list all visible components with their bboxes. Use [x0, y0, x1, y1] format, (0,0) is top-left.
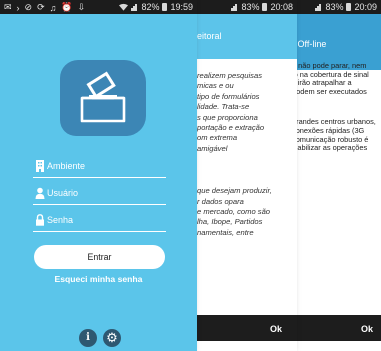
alarm-icon: ⏰ — [61, 2, 73, 12]
paragraph: que desejam produzir, r dados opara e me… — [197, 186, 272, 237]
page-title: leitoral — [197, 31, 222, 41]
paragraph: realizem pesquisas micas e ou tipo de fo… — [197, 71, 265, 153]
gear-icon: ⚙ — [106, 330, 118, 345]
page-title: u Off-line — [292, 39, 327, 49]
app-bar: leitoral — [197, 14, 297, 59]
clock: 20:09 — [354, 2, 377, 12]
info-text: o não pode parar, nem lo na cobertura de… — [292, 61, 381, 165]
battery-icon — [346, 3, 352, 11]
environment-placeholder: Ambiente — [47, 161, 86, 171]
block-icon: ⊘ — [24, 2, 33, 12]
battery-icon — [262, 3, 268, 11]
password-field[interactable]: Senha — [33, 211, 166, 232]
battery-percent: 83% — [241, 2, 260, 12]
paragraph: o não pode parar, nem lo na cobertura de… — [292, 61, 369, 96]
ballot-box-icon — [80, 71, 126, 123]
settings-button[interactable]: ⚙ — [103, 329, 121, 347]
lock-icon — [36, 214, 44, 226]
forgot-password-link[interactable]: Esqueci minha senha — [0, 274, 197, 284]
password-placeholder: Senha — [47, 215, 74, 225]
chevron-right-icon: › — [16, 2, 20, 13]
app-logo — [60, 60, 146, 136]
battery-percent: 83% — [325, 2, 344, 12]
screen-login: ✉ › ⊘ ⟳ ♫ ⏰ ⇩ 82% 19:59 Ambiente Usuário… — [0, 0, 197, 351]
ok-button[interactable]: Ok — [361, 324, 373, 334]
wifi-icon — [119, 3, 129, 11]
login-button[interactable]: Entrar — [34, 245, 165, 269]
environment-field[interactable]: Ambiente — [33, 157, 166, 178]
download-icon: ⇩ — [77, 2, 86, 12]
info-button[interactable]: i — [79, 329, 97, 347]
battery-icon — [162, 3, 168, 11]
clock: 20:08 — [270, 2, 293, 12]
clock: 19:59 — [170, 2, 193, 12]
paragraph: grandes centros urbanos, conexões rápida… — [292, 117, 376, 153]
info-text: realizem pesquisas micas e ou tipo de fo… — [197, 71, 297, 258]
ok-button[interactable]: Ok — [270, 324, 282, 334]
dialog-footer: Ok — [292, 315, 381, 341]
bell-icon: ♫ — [49, 2, 57, 13]
battery-percent: 82% — [141, 2, 160, 12]
sync-icon: ⟳ — [37, 2, 45, 12]
person-icon — [35, 187, 45, 199]
building-icon — [36, 160, 44, 172]
status-bar: 83% 20:09 — [292, 0, 381, 14]
signal-icon — [315, 3, 322, 11]
status-bar: ✉ › ⊘ ⟳ ♫ ⏰ ⇩ 82% 19:59 — [0, 0, 197, 14]
username-placeholder: Usuário — [47, 188, 79, 198]
mail-icon: ✉ — [4, 2, 12, 12]
username-field[interactable]: Usuário — [33, 184, 166, 205]
screen-electoral-info: 83% 20:08 leitoral realizem pesquisas mi… — [197, 0, 297, 351]
dialog-footer: Ok — [197, 315, 297, 341]
info-icon: i — [86, 332, 90, 343]
status-bar: 83% 20:08 — [197, 0, 297, 14]
signal-icon — [231, 3, 238, 11]
screen-offline-info: 83% 20:09 u Off-line o não pode parar, n… — [292, 0, 381, 351]
signal-icon — [131, 3, 138, 11]
